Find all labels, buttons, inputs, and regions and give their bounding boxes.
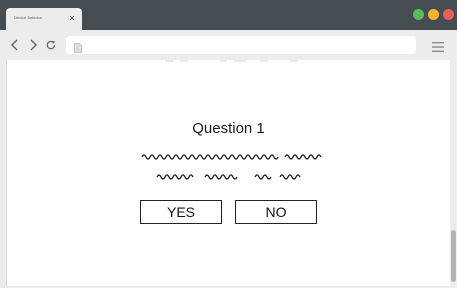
faint-page-marks [165, 60, 298, 62]
yes-button[interactable]: YES [140, 200, 222, 224]
browser-window: Device Selector × Question 1 YES NO [0, 0, 457, 288]
hamburger-menu-icon[interactable] [431, 40, 445, 52]
placeholder-text-line-2 [156, 174, 301, 180]
forward-arrow-icon[interactable] [27, 38, 39, 52]
reload-icon[interactable] [45, 38, 57, 52]
scrollbar-thumb[interactable] [451, 230, 456, 282]
address-bar[interactable] [66, 36, 416, 54]
maximize-button[interactable] [413, 9, 424, 20]
browser-tab[interactable]: Device Selector × [6, 8, 82, 30]
tab-close-icon[interactable]: × [67, 13, 77, 23]
tab-title: Device Selector [14, 15, 43, 20]
title-bar: Device Selector × [0, 0, 457, 30]
no-button[interactable]: NO [235, 200, 317, 224]
placeholder-text-line-1 [141, 154, 322, 160]
back-arrow-icon[interactable] [9, 38, 21, 52]
question-title: Question 1 [192, 120, 265, 137]
minimize-button[interactable] [428, 9, 439, 20]
scrollbar-track[interactable] [450, 60, 457, 288]
page-icon [74, 40, 82, 53]
close-window-button[interactable] [443, 9, 454, 20]
